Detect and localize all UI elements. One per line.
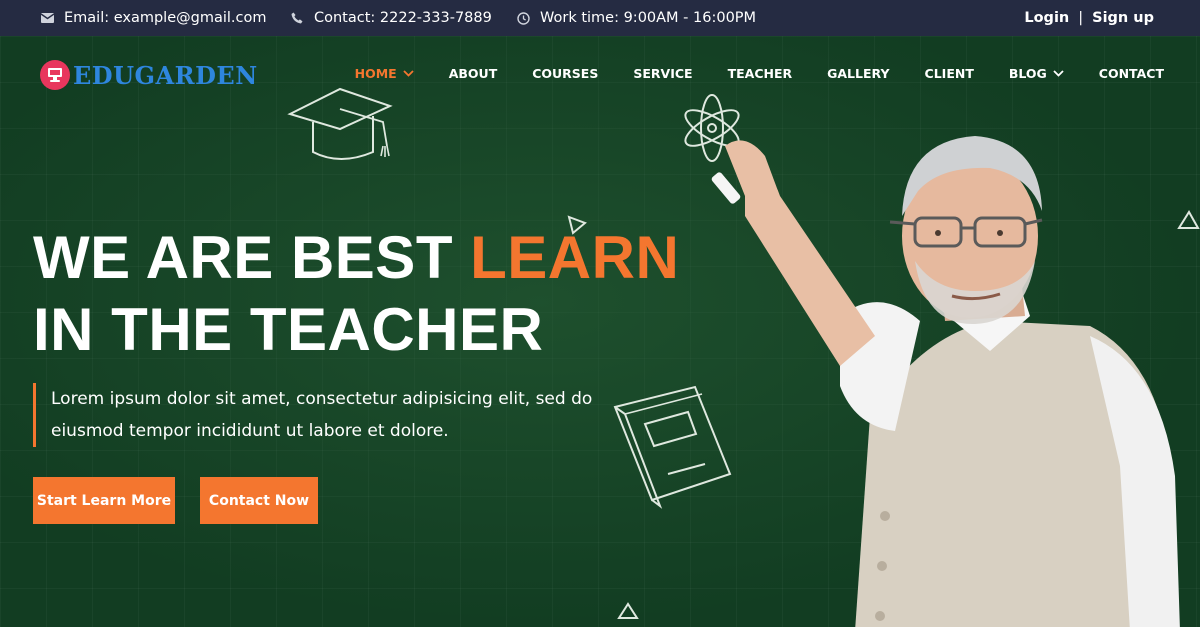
hero-section: EDUGARDEN HOME ABOUT COURSES SERVICE TEA… [0, 36, 1200, 627]
login-link[interactable]: Login [1024, 10, 1069, 26]
main-nav: HOME ABOUT COURSES SERVICE TEACHER GALLE… [355, 66, 1164, 81]
logo-text: EDUGARDEN [73, 60, 258, 90]
nav-teacher-label: TEACHER [727, 66, 793, 81]
logo-badge-icon [40, 60, 70, 90]
nav-blog-label: BLOG [1008, 66, 1047, 81]
contact-info: Contact: 2222-333-7889 [290, 0, 492, 36]
nav-client-label: CLIENT [924, 66, 974, 81]
headline-line-2: IN THE TEACHER [33, 296, 544, 363]
nav-teacher[interactable]: TEACHER [728, 66, 793, 81]
start-learn-more-button[interactable]: Start Learn More [33, 477, 175, 524]
headline-accent: LEARN [470, 224, 680, 291]
teacher-image [711, 136, 1180, 627]
nav-service-label: SERVICE [633, 66, 693, 81]
nav-client[interactable]: CLIENT [925, 66, 974, 81]
top-bar: Email: example@gmail.com Contact: 2222-3… [0, 0, 1200, 36]
triangle-doodle [617, 602, 639, 619]
auth-separator: | [1078, 10, 1084, 26]
contact-text: Contact: 2222-333-7889 [314, 10, 492, 26]
headline-part-1: WE ARE BEST [33, 224, 471, 291]
nav-home-label: HOME [354, 66, 397, 81]
chevron-down-icon [403, 70, 414, 77]
hero-headline: WE ARE BEST LEARN IN THE TEACHER [33, 222, 679, 366]
nav-contact[interactable]: CONTACT [1099, 66, 1164, 81]
signup-link[interactable]: Sign up [1092, 10, 1154, 26]
envelope-icon [40, 11, 54, 25]
chevron-down-icon [1053, 70, 1064, 77]
description-line-2: eiusmod tempor incididunt ut labore et d… [51, 421, 449, 441]
email-info: Email: example@gmail.com [40, 0, 266, 36]
hero-description: Lorem ipsum dolor sit amet, consectetur … [33, 383, 633, 447]
contact-now-button[interactable]: Contact Now [200, 477, 318, 524]
headline-line-1: WE ARE BEST LEARN [33, 222, 679, 294]
nav-gallery-label: GALLERY [827, 66, 890, 81]
auth-links: Login | Sign up [1024, 0, 1154, 36]
graduation-cap-doodle [287, 87, 393, 160]
nav-contact-label: CONTACT [1098, 66, 1164, 81]
nav-courses-label: COURSES [532, 66, 599, 81]
nav-about[interactable]: ABOUT [449, 66, 498, 81]
clock-icon [516, 11, 530, 25]
nav-courses[interactable]: COURSES [532, 66, 598, 81]
nav-home[interactable]: HOME [355, 66, 414, 81]
nav-about-label: ABOUT [448, 66, 498, 81]
nav-blog[interactable]: BLOG [1009, 66, 1064, 81]
work-time-text: Work time: 9:00AM - 16:00PM [540, 10, 757, 26]
phone-icon [290, 11, 304, 25]
email-text: Email: example@gmail.com [64, 10, 267, 26]
nav-service[interactable]: SERVICE [633, 66, 692, 81]
work-time-info: Work time: 9:00AM - 16:00PM [516, 0, 756, 36]
site-logo[interactable]: EDUGARDEN [40, 60, 258, 90]
description-line-1: Lorem ipsum dolor sit amet, consectetur … [51, 389, 593, 409]
nav-gallery[interactable]: GALLERY [827, 66, 889, 81]
